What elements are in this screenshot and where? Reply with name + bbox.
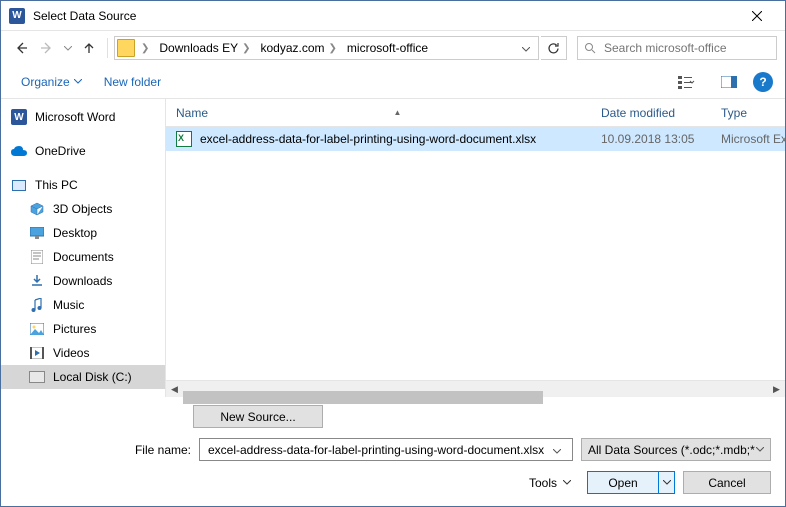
- window-title: Select Data Source: [33, 9, 737, 23]
- folder-icon: [117, 39, 135, 57]
- file-date: 10.09.2018 13:05: [591, 132, 711, 146]
- body: WMicrosoft Word OneDrive This PC 3D Obje…: [1, 99, 785, 397]
- nav-onedrive[interactable]: OneDrive: [1, 139, 165, 163]
- scroll-thumb[interactable]: [183, 391, 543, 404]
- file-area: Name▲ Date modified Type excel-address-d…: [166, 99, 785, 397]
- titlebar: W Select Data Source: [1, 1, 785, 31]
- new-folder-button[interactable]: New folder: [96, 71, 169, 93]
- file-row[interactable]: excel-address-data-for-label-printing-us…: [166, 127, 785, 151]
- col-date[interactable]: Date modified: [591, 99, 711, 126]
- search-icon: [584, 42, 596, 54]
- view-options-button[interactable]: [669, 70, 705, 94]
- cancel-button[interactable]: Cancel: [683, 471, 771, 494]
- column-headers: Name▲ Date modified Type: [166, 99, 785, 127]
- search-input[interactable]: [602, 40, 770, 56]
- pictures-icon: [29, 321, 45, 337]
- word-icon: W: [11, 109, 27, 125]
- file-type-filter[interactable]: All Data Sources (*.odc;*.mdb;*: [581, 438, 771, 461]
- view-icon: [678, 75, 696, 89]
- chevron-right-icon: ❯: [242, 43, 250, 54]
- filename-combo[interactable]: [199, 438, 573, 461]
- nav-videos[interactable]: Videos: [1, 341, 165, 365]
- separator: [107, 38, 108, 58]
- address-bar[interactable]: ❯ Downloads EY❯ kodyaz.com❯ microsoft-of…: [114, 36, 539, 60]
- col-name[interactable]: Name▲: [166, 99, 591, 126]
- open-button[interactable]: Open: [587, 471, 675, 494]
- drive-icon: [29, 369, 45, 385]
- videos-icon: [29, 345, 45, 361]
- arrow-left-icon: [14, 41, 28, 55]
- tools-button[interactable]: Tools: [521, 472, 579, 494]
- chevron-down-icon: [74, 79, 82, 84]
- nav-this-pc[interactable]: This PC: [1, 173, 165, 197]
- nav-downloads[interactable]: Downloads: [1, 269, 165, 293]
- help-button[interactable]: ?: [753, 72, 773, 92]
- select-data-source-dialog: W Select Data Source ❯ Downloads EY❯ kod…: [0, 0, 786, 507]
- scroll-left-button[interactable]: ◀: [166, 381, 183, 397]
- cloud-icon: [11, 143, 27, 159]
- nav-tree[interactable]: WMicrosoft Word OneDrive This PC 3D Obje…: [1, 99, 166, 397]
- pc-icon: [11, 177, 27, 193]
- col-type[interactable]: Type: [711, 99, 781, 126]
- desktop-icon: [29, 225, 45, 241]
- new-source-button[interactable]: New Source...: [193, 405, 323, 428]
- address-dropdown[interactable]: [516, 41, 536, 55]
- filename-label: File name:: [123, 443, 191, 457]
- chevron-down-icon: [756, 447, 764, 452]
- nav-3d-objects[interactable]: 3D Objects: [1, 197, 165, 221]
- word-app-icon: W: [9, 8, 25, 24]
- refresh-icon: [547, 42, 560, 55]
- bottom-panel: New Source... File name: All Data Source…: [1, 397, 785, 506]
- up-button[interactable]: [77, 36, 101, 60]
- nav-documents[interactable]: Documents: [1, 245, 165, 269]
- close-button[interactable]: [737, 1, 777, 31]
- filename-input[interactable]: [206, 442, 548, 458]
- nav-microsoft-word[interactable]: WMicrosoft Word: [1, 105, 165, 129]
- crumb-downloads-ey[interactable]: Downloads EY❯: [155, 37, 254, 59]
- crumb-kodyaz[interactable]: kodyaz.com❯: [257, 37, 341, 59]
- preview-icon: [721, 76, 737, 88]
- music-icon: [29, 297, 45, 313]
- documents-icon: [29, 249, 45, 265]
- command-bar: Organize New folder ?: [1, 65, 785, 99]
- crumb-microsoft-office[interactable]: microsoft-office: [343, 37, 432, 59]
- open-split-button[interactable]: [658, 472, 674, 493]
- filename-dropdown[interactable]: [548, 443, 566, 457]
- nav-local-disk-c[interactable]: Local Disk (C:): [1, 365, 165, 389]
- chevron-down-icon: [663, 480, 671, 485]
- forward-button[interactable]: [35, 36, 59, 60]
- download-icon: [29, 273, 45, 289]
- horizontal-scrollbar[interactable]: ◀ ▶: [166, 380, 785, 397]
- file-type: Microsoft Exce: [711, 132, 785, 146]
- excel-file-icon: [176, 131, 192, 147]
- preview-pane-button[interactable]: [711, 70, 747, 94]
- crumb-prev[interactable]: ❯: [137, 37, 153, 59]
- refresh-button[interactable]: [541, 36, 567, 60]
- search-box[interactable]: [577, 36, 777, 60]
- chevron-down-icon: [563, 480, 571, 485]
- chevron-down-icon: [64, 46, 72, 51]
- arrow-right-icon: [40, 41, 54, 55]
- scroll-right-button[interactable]: ▶: [768, 381, 785, 397]
- nav-bar: ❯ Downloads EY❯ kodyaz.com❯ microsoft-of…: [1, 31, 785, 65]
- help-icon: ?: [759, 75, 766, 89]
- chevron-right-icon: ❯: [329, 43, 337, 54]
- chevron-down-icon: [522, 47, 530, 52]
- recent-locations-button[interactable]: [61, 36, 75, 60]
- arrow-up-icon: [82, 41, 96, 55]
- back-button[interactable]: [9, 36, 33, 60]
- file-name: excel-address-data-for-label-printing-us…: [200, 132, 536, 146]
- organize-button[interactable]: Organize: [13, 71, 90, 93]
- sort-asc-icon: ▲: [394, 108, 402, 117]
- file-list[interactable]: excel-address-data-for-label-printing-us…: [166, 127, 785, 380]
- nav-pictures[interactable]: Pictures: [1, 317, 165, 341]
- chevron-right-icon: ❯: [141, 43, 149, 54]
- nav-desktop[interactable]: Desktop: [1, 221, 165, 245]
- close-icon: [752, 11, 762, 21]
- cube-icon: [29, 201, 45, 217]
- chevron-down-icon: [553, 449, 561, 454]
- nav-music[interactable]: Music: [1, 293, 165, 317]
